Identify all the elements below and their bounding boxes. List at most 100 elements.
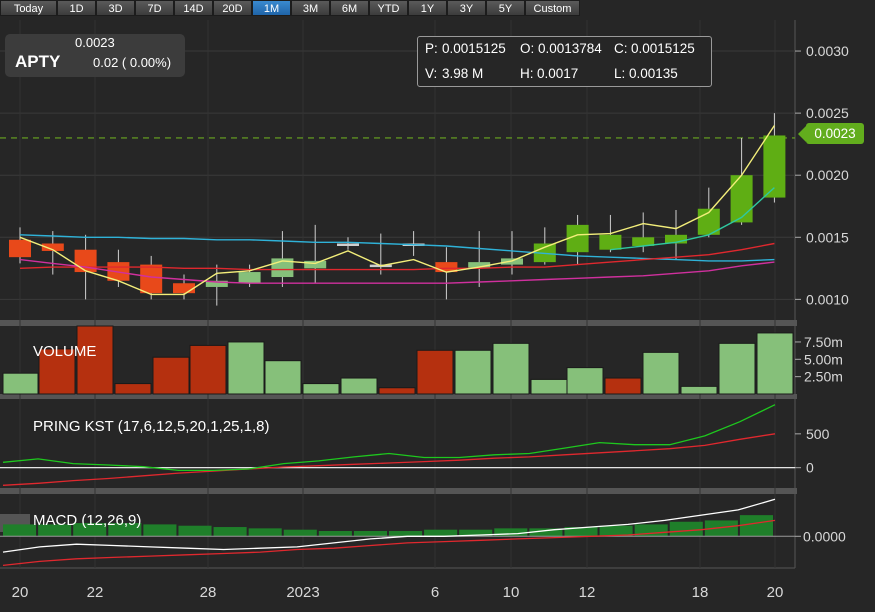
- range-button-14d[interactable]: 14D: [174, 0, 213, 16]
- volume-bar-0: [2, 372, 39, 395]
- range-button-1m[interactable]: 1M: [252, 0, 291, 16]
- kst-tick-label-0: 0: [806, 460, 814, 476]
- volume-bar-20: [756, 332, 794, 395]
- volume-bar-2: [76, 325, 114, 395]
- p-value: 0.0015125: [442, 41, 506, 56]
- volume-bar-19: [718, 342, 756, 395]
- range-button-5y[interactable]: 5Y: [486, 0, 525, 16]
- ohlc-tooltip: P: 0.0015125 O: 0.0013784 C: 0.0015125 V…: [417, 36, 712, 87]
- volume-bar-17: [642, 351, 680, 395]
- candle-body-4: [140, 264, 163, 294]
- x-tick-label-0: 20: [12, 584, 29, 601]
- volume-bar-10: [378, 387, 416, 395]
- macd-hist-bar-7: [248, 528, 282, 537]
- macd-hist-bar-19: [669, 521, 703, 537]
- macd-tick-label-0: 0.0000: [803, 528, 846, 544]
- volume-bar-9: [340, 377, 378, 395]
- v-value: 3.98 M: [442, 66, 484, 81]
- quote-change: 0.02 ( 0.00%): [93, 55, 172, 70]
- price-tick-label-4: 0.0030: [806, 43, 849, 59]
- range-button-3d[interactable]: 3D: [96, 0, 135, 16]
- volume-bar-8: [302, 383, 340, 395]
- kst-tick-label-1: 500: [806, 426, 830, 442]
- macd-hist-bar-9: [318, 531, 352, 537]
- volume-bar-4: [152, 356, 190, 395]
- panel-separator-1: [0, 394, 797, 399]
- volume-title: VOLUME: [33, 343, 97, 360]
- volume-bar-13: [492, 342, 530, 395]
- p-label: P:: [425, 41, 438, 56]
- price-tick-label-2: 0.0020: [806, 167, 849, 183]
- volume-tick-label-1: 5.00m: [804, 351, 843, 367]
- candle-body-10: [337, 243, 359, 246]
- volume-bar-11: [416, 349, 454, 395]
- volume-tick-label-2: 7.50m: [804, 334, 843, 350]
- h-value: 0.0017: [537, 66, 579, 81]
- x-tick-label-4: 6: [431, 584, 439, 601]
- c-value: 0.0015125: [631, 41, 695, 56]
- v-label: V:: [425, 66, 438, 81]
- range-button-ytd[interactable]: YTD: [369, 0, 408, 16]
- volume-bar-16: [604, 377, 642, 395]
- volume-bar-15: [566, 367, 604, 395]
- x-tick-label-3: 2023: [286, 584, 319, 601]
- range-button-1d[interactable]: 1D: [57, 0, 96, 16]
- panel-separator-0: [0, 320, 797, 326]
- volume-bar-18: [680, 385, 718, 395]
- macd-hist-bar-8: [283, 529, 317, 537]
- macd-hist-bar-14: [494, 528, 528, 537]
- x-tick-label-7: 18: [692, 584, 709, 601]
- range-button-6m[interactable]: 6M: [330, 0, 369, 16]
- macd-hist-bar-12: [424, 529, 458, 537]
- range-button-1y[interactable]: 1Y: [408, 0, 447, 16]
- range-button-3m[interactable]: 3M: [291, 0, 330, 16]
- x-tick-label-8: 20: [767, 584, 784, 601]
- o-label: O:: [520, 41, 535, 56]
- kst-title: PRING KST (17,6,12,5,20,1,25,1,8): [33, 418, 270, 435]
- o-value: 0.0013784: [538, 41, 602, 56]
- symbol-label: APTY: [15, 52, 61, 71]
- price-tick-label-0: 0.0010: [806, 291, 849, 307]
- x-tick-label-1: 22: [87, 584, 104, 601]
- candle-body-18: [599, 234, 622, 250]
- candle-body-17: [566, 224, 589, 253]
- macd-hist-bar-6: [213, 527, 247, 537]
- price-tick-label-3: 0.0025: [806, 105, 849, 121]
- x-tick-label-5: 10: [503, 584, 520, 601]
- price-tick-label-1: 0.0015: [806, 229, 849, 245]
- quote-box: APTY 0.0023 0.02 ( 0.00%): [5, 34, 185, 77]
- macd-hist-bar-4: [143, 524, 177, 537]
- h-label: H:: [520, 66, 534, 81]
- range-button-7d[interactable]: 7D: [135, 0, 174, 16]
- l-value: 0.00135: [629, 66, 678, 81]
- macd-hist-bar-5: [178, 525, 212, 537]
- macd-hist-bar-21: [739, 515, 773, 537]
- volume-bar-7: [264, 360, 302, 395]
- last-price-tag: 0.0023: [798, 123, 864, 144]
- macd-title: MACD (12,26,9): [33, 512, 142, 529]
- c-label: C:: [614, 41, 628, 56]
- x-tick-label-2: 28: [200, 584, 217, 601]
- candle-body-9: [304, 260, 327, 269]
- volume-bar-6: [227, 341, 265, 395]
- volume-tick-label-0: 2.50m: [804, 369, 843, 385]
- candle-body-7: [238, 272, 261, 284]
- volume-bar-3: [114, 383, 152, 395]
- panel-separator-2: [0, 488, 797, 494]
- candle-body-5: [173, 283, 195, 294]
- macd-hist-bar-10: [353, 531, 387, 537]
- quote-price: 0.0023: [75, 35, 115, 50]
- volume-bar-5: [189, 344, 227, 395]
- range-button-today[interactable]: Today: [0, 0, 57, 16]
- macd-hist-bar-0: [3, 524, 37, 537]
- range-button-20d[interactable]: 20D: [213, 0, 252, 16]
- candle-body-22: [730, 175, 753, 223]
- volume-bar-14: [530, 378, 568, 395]
- range-button-3y[interactable]: 3Y: [447, 0, 486, 16]
- volume-bar-12: [454, 349, 492, 395]
- range-selector: Today 1D 3D 7D 14D 20D 1M 3M 6M YTD 1Y 3Y 5Y Custom: [0, 0, 580, 17]
- candle-body-0: [9, 239, 31, 258]
- range-button-custom[interactable]: Custom: [525, 0, 580, 16]
- macd-hist-bar-11: [389, 531, 423, 537]
- l-label: L:: [614, 66, 626, 81]
